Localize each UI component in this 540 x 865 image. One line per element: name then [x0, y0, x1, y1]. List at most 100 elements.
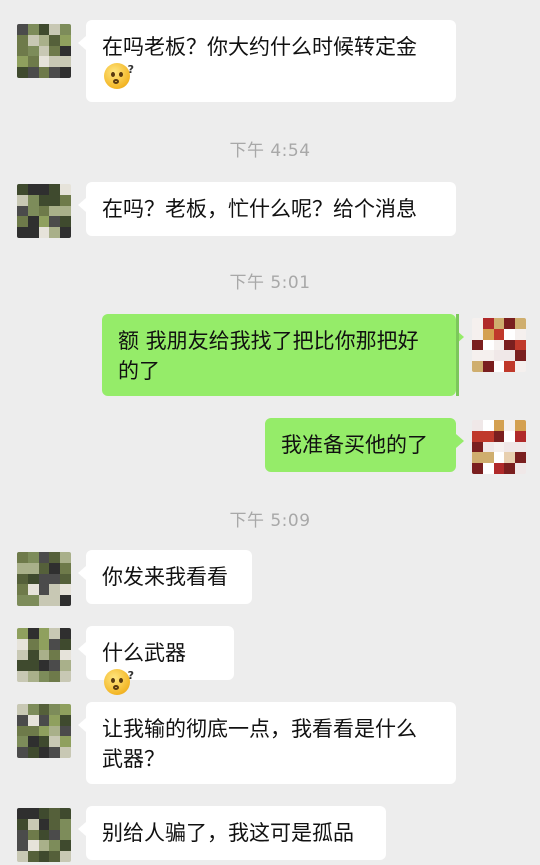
message-bubble-incoming[interactable]: 什么武器 ?	[78, 626, 234, 695]
avatar-mosaic-cell	[27, 194, 39, 206]
avatar-mosaic-cell	[17, 704, 28, 715]
avatar-mosaic-cell	[60, 747, 71, 758]
avatar-mosaic-cell	[472, 350, 483, 362]
avatar-mosaic-cell	[49, 24, 61, 35]
avatar-mosaic-cell	[27, 584, 39, 596]
avatar-mosaic-cell	[60, 808, 71, 819]
thinking-emoji-icon: ?	[104, 63, 134, 89]
avatar-mosaic-cell	[38, 56, 50, 68]
avatar-mosaic-cell	[504, 361, 516, 372]
message-bubble-incoming[interactable]: 让我输的彻底一点，我看看是什么 武器？	[78, 702, 456, 784]
avatar-mosaic-cell	[493, 463, 505, 474]
message-bubble-outgoing[interactable]: 我准备买他的了	[265, 418, 464, 472]
avatar-mosaic-cell	[38, 562, 50, 574]
avatar-mosaic-cell	[38, 736, 50, 748]
avatar-mosaic-cell	[60, 194, 71, 206]
message-bubble-incoming[interactable]: 在吗老板？你大约什么时候转定金 ?	[78, 20, 456, 102]
avatar-mosaic-cell	[17, 573, 28, 585]
avatar-mosaic-cell	[482, 430, 494, 442]
avatar-mosaic-cell	[60, 736, 71, 748]
avatar-mosaic-cell	[60, 671, 71, 682]
avatar-mosaic-cell	[60, 552, 71, 563]
avatar-mosaic-cell	[60, 216, 71, 228]
avatar-mosaic-cell	[38, 725, 50, 737]
avatar-mosaic-cell	[27, 595, 39, 606]
avatar-mosaic-cell	[472, 463, 483, 474]
avatar-mosaic-cell	[482, 361, 494, 372]
avatar-mosaic-cell	[472, 361, 483, 372]
avatar-mosaic-cell	[27, 829, 39, 841]
avatar-mosaic-cell	[472, 441, 483, 453]
avatar-mosaic-cell	[515, 441, 526, 453]
message-text-line2: 的了	[118, 359, 160, 383]
thinking-emoji-icon: ?	[104, 669, 134, 695]
avatar-mosaic-cell	[17, 829, 28, 841]
avatar-mosaic-cell	[49, 840, 61, 852]
avatar-mosaic-cell	[27, 747, 39, 758]
avatar-mosaic-cell	[49, 552, 61, 563]
avatar-mosaic-cell	[17, 736, 28, 748]
avatar-mosaic-cell	[49, 649, 61, 661]
avatar-mosaic-cell	[17, 714, 28, 726]
avatar-mosaic-cell	[38, 34, 50, 46]
avatar-mosaic-cell	[27, 205, 39, 217]
avatar-mosaic-cell	[17, 45, 28, 57]
avatar-mosaic-cell	[17, 671, 28, 682]
avatar-mosaic-cell	[38, 818, 50, 830]
message-text: 别给人骗了，我这可是孤品	[102, 821, 354, 845]
avatar-mosaic-cell	[515, 318, 526, 329]
avatar-mosaic-cell	[38, 194, 50, 206]
avatar-mosaic-cell	[17, 205, 28, 217]
timestamp: 下午 5:01	[229, 273, 311, 293]
contact-avatar[interactable]	[17, 24, 71, 78]
contact-avatar[interactable]	[17, 184, 71, 238]
avatar-mosaic-cell	[27, 573, 39, 585]
contact-avatar[interactable]	[17, 704, 71, 758]
avatar-mosaic-cell	[17, 818, 28, 830]
avatar-mosaic-cell	[27, 45, 39, 57]
message-text: 我准备买他的了	[281, 433, 428, 457]
avatar-mosaic-cell	[493, 339, 505, 351]
avatar-mosaic-cell	[49, 851, 61, 862]
avatar-mosaic-cell	[60, 573, 71, 585]
avatar-mosaic-cell	[49, 227, 61, 238]
avatar-mosaic-cell	[49, 704, 61, 715]
avatar-mosaic-cell	[482, 328, 494, 340]
avatar-mosaic-cell	[482, 463, 494, 474]
avatar-mosaic-cell	[17, 24, 28, 35]
avatar-mosaic-cell	[49, 34, 61, 46]
avatar-mosaic-cell	[17, 227, 28, 238]
self-avatar[interactable]	[472, 420, 526, 474]
message-bubble-incoming[interactable]: 别给人骗了，我这可是孤品	[78, 806, 386, 860]
avatar-mosaic-cell	[482, 452, 494, 464]
avatar-mosaic-cell	[38, 584, 50, 596]
avatar-mosaic-cell	[27, 227, 39, 238]
message-bubble-incoming[interactable]: 你发来我看看	[78, 550, 252, 604]
avatar-mosaic-cell	[515, 339, 526, 351]
self-avatar[interactable]	[472, 318, 526, 372]
avatar-mosaic-cell	[60, 840, 71, 852]
avatar-mosaic-cell	[504, 463, 516, 474]
contact-avatar[interactable]	[17, 808, 71, 862]
avatar-mosaic-cell	[49, 584, 61, 596]
contact-avatar[interactable]	[17, 552, 71, 606]
message-bubble-incoming[interactable]: 在吗？老板，忙什么呢？给个消息	[78, 182, 456, 236]
avatar-mosaic-cell	[38, 45, 50, 57]
avatar-mosaic-cell	[504, 318, 516, 329]
avatar-mosaic-cell	[60, 628, 71, 639]
avatar-mosaic-cell	[60, 584, 71, 596]
avatar-mosaic-cell	[17, 562, 28, 574]
avatar-mosaic-cell	[27, 184, 39, 195]
avatar-mosaic-cell	[472, 328, 483, 340]
message-bubble-outgoing[interactable]: 额 我朋友给我找了把比你那把好 的了	[102, 314, 464, 396]
avatar-mosaic-cell	[504, 350, 516, 362]
avatar-mosaic-cell	[49, 671, 61, 682]
contact-avatar[interactable]	[17, 628, 71, 682]
avatar-mosaic-cell	[49, 45, 61, 57]
avatar-mosaic-cell	[515, 350, 526, 362]
avatar-mosaic-cell	[515, 463, 526, 474]
message-text: 什么武器	[102, 641, 186, 665]
avatar-mosaic-cell	[482, 350, 494, 362]
avatar-mosaic-cell	[515, 361, 526, 372]
avatar-mosaic-cell	[38, 595, 50, 606]
